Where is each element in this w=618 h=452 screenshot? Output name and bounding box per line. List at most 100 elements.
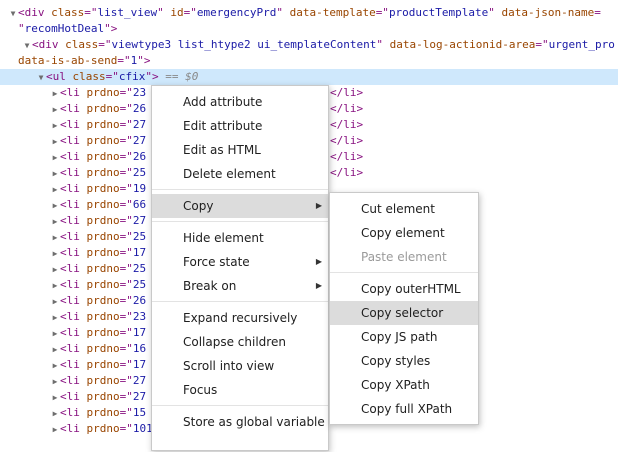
collapse-triangle-icon[interactable]: ▶ — [50, 390, 60, 406]
collapse-triangle-icon[interactable]: ▶ — [50, 262, 60, 278]
code-token: <li — [60, 278, 87, 291]
tree-row[interactable]: ▶ <li prdno="27 — [0, 373, 147, 390]
menu-item-force-state[interactable]: Force state ▶ — [152, 250, 328, 274]
expand-triangle-icon[interactable]: ▼ — [22, 38, 32, 54]
tree-row[interactable]: ▶ <li prdno="27 — [0, 117, 147, 134]
context-menu: Add attribute Edit attribute Edit as HTML D… — [151, 85, 329, 451]
copy-submenu: Cut element Copy element Paste element Copy… — [329, 192, 479, 425]
code-token: 66 — [132, 198, 147, 211]
submenu-item-cut-element[interactable]: Cut element — [330, 197, 478, 221]
expand-triangle-icon[interactable]: ▼ — [8, 6, 18, 22]
collapse-triangle-icon[interactable]: ▶ — [50, 294, 60, 310]
collapse-triangle-icon[interactable]: ▶ — [50, 246, 60, 262]
tree-row[interactable]: ▼ <div class="viewtype3 list_htype2 ui_te… — [0, 37, 615, 53]
tree-row[interactable]: ▶ <li prdno="26 — [0, 293, 147, 310]
code-token: <li — [60, 198, 87, 211]
code-token: =" — [119, 230, 133, 243]
closing-tag: </li> — [330, 150, 364, 163]
collapse-triangle-icon[interactable]: ▶ — [50, 342, 60, 358]
submenu-item-copy-js-path[interactable]: Copy JS path — [330, 325, 478, 349]
collapse-triangle-icon[interactable]: ▶ — [50, 198, 60, 214]
tree-row[interactable]: ▶ <li prdno="15 — [0, 405, 147, 422]
submenu-item-copy-styles[interactable]: Copy styles — [330, 349, 478, 373]
tree-row[interactable]: data-is-ab-send="1"> — [0, 53, 150, 69]
code-token: <li — [60, 406, 87, 419]
code-token: <li — [60, 102, 87, 115]
menu-item-label: Store as global variable — [183, 415, 325, 429]
collapse-triangle-icon[interactable]: ▶ — [50, 86, 60, 102]
collapse-triangle-icon[interactable]: ▶ — [50, 326, 60, 342]
code-token: =" — [119, 390, 133, 403]
collapse-triangle-icon[interactable]: ▶ — [50, 118, 60, 134]
menu-item-collapse-children[interactable]: Collapse children — [152, 330, 328, 354]
collapse-triangle-icon[interactable]: ▶ — [50, 230, 60, 246]
code-token: 25 — [132, 262, 147, 275]
tree-row[interactable]: ▶ <li prdno="17 — [0, 325, 147, 342]
collapse-triangle-icon[interactable]: ▶ — [50, 406, 60, 422]
tree-row[interactable]: ▶ <li prdno="27 — [0, 389, 147, 406]
tree-row[interactable]: ▶ <li prdno="25 — [0, 229, 147, 246]
code-token: =" — [119, 150, 133, 163]
tree-row[interactable]: ▶ <li prdno="27 — [0, 213, 147, 230]
collapse-triangle-icon[interactable]: ▶ — [50, 374, 60, 390]
code-token: 16 — [132, 342, 147, 355]
collapse-triangle-icon[interactable]: ▶ — [50, 214, 60, 230]
menu-item-label: Copy — [183, 199, 214, 213]
menu-item-edit-as-html[interactable]: Edit as HTML — [152, 138, 328, 162]
tree-row[interactable]: ▶ <li prdno="19 — [0, 181, 147, 198]
tree-row[interactable]: ▶ <li prdno="27 — [0, 133, 147, 150]
collapse-triangle-icon[interactable]: ▶ — [50, 166, 60, 182]
tree-row[interactable]: ▼ <div class="list_view" id="emergencyPrd… — [0, 5, 601, 21]
menu-item-label: Copy selector — [361, 306, 444, 320]
code-token: prdno — [86, 246, 120, 259]
tree-row[interactable]: ▶ <li prdno="17 — [0, 245, 147, 262]
submenu-item-copy-selector[interactable]: Copy selector — [330, 301, 478, 325]
tree-row[interactable]: ▶ <li prdno="26 — [0, 101, 147, 118]
tree-row[interactable]: ▶ <li prdno="25 — [0, 261, 147, 278]
collapse-triangle-icon[interactable]: ▶ — [50, 150, 60, 166]
menu-item-delete-element[interactable]: Delete element — [152, 162, 328, 186]
submenu-item-copy-outerhtml[interactable]: Copy outerHTML — [330, 277, 478, 301]
code-token: =" — [119, 262, 133, 275]
collapse-triangle-icon[interactable]: ▶ — [50, 358, 60, 374]
submenu-item-copy-full-xpath[interactable]: Copy full XPath — [330, 397, 478, 421]
collapse-triangle-icon[interactable]: ▶ — [50, 422, 60, 438]
menu-item-scroll-into-view[interactable]: Scroll into view — [152, 354, 328, 378]
collapse-triangle-icon[interactable]: ▶ — [50, 310, 60, 326]
menu-item-break-on[interactable]: Break on ▶ — [152, 274, 328, 298]
tree-row-selected[interactable]: ▼ <ul class="cfix"> == $0 — [0, 69, 618, 85]
code-token: prdno — [86, 198, 120, 211]
menu-item-label: Delete element — [183, 167, 276, 181]
submenu-item-copy-xpath[interactable]: Copy XPath — [330, 373, 478, 397]
code-token: =" — [119, 118, 133, 131]
expand-triangle-icon[interactable]: ▼ — [36, 70, 46, 86]
menu-item-copy[interactable]: Copy ▶ — [152, 194, 328, 218]
tree-row[interactable]: ▶ <li prdno="25 — [0, 165, 147, 182]
code-token: <li — [60, 374, 87, 387]
tree-row[interactable]: "recomHotDeal"> — [0, 21, 117, 37]
tree-row[interactable]: ▶ <li prdno="16 — [0, 341, 147, 358]
code-token: =" — [119, 406, 133, 419]
code-token: 27 — [132, 390, 147, 403]
menu-item-add-attribute[interactable]: Add attribute — [152, 90, 328, 114]
menu-item-label: Copy JS path — [361, 330, 438, 344]
menu-item-store-as-global-variable[interactable]: Store as global variable — [152, 410, 328, 434]
menu-item-label: Cut element — [361, 202, 435, 216]
menu-item-hide-element[interactable]: Hide element — [152, 226, 328, 250]
menu-item-expand-recursively[interactable]: Expand recursively — [152, 306, 328, 330]
submenu-item-copy-element[interactable]: Copy element — [330, 221, 478, 245]
tree-row[interactable]: ▶ <li prdno="25 — [0, 277, 147, 294]
code-token: recomHotDeal — [24, 22, 105, 35]
tree-row[interactable]: ▶ <li prdno="66 — [0, 197, 147, 214]
tree-row[interactable]: ▶ <li prdno="23 — [0, 85, 147, 102]
tree-row[interactable]: ▶ <li prdno="23 — [0, 309, 147, 326]
tree-row[interactable]: ▶ <li prdno="17 — [0, 357, 147, 374]
menu-item-focus[interactable]: Focus — [152, 378, 328, 402]
collapse-triangle-icon[interactable]: ▶ — [50, 182, 60, 198]
collapse-triangle-icon[interactable]: ▶ — [50, 134, 60, 150]
collapse-triangle-icon[interactable]: ▶ — [50, 102, 60, 118]
tree-row[interactable]: ▶ <li prdno="26 — [0, 149, 147, 166]
menu-item-edit-attribute[interactable]: Edit attribute — [152, 114, 328, 138]
collapse-triangle-icon[interactable]: ▶ — [50, 278, 60, 294]
code-token: prdno — [86, 406, 120, 419]
